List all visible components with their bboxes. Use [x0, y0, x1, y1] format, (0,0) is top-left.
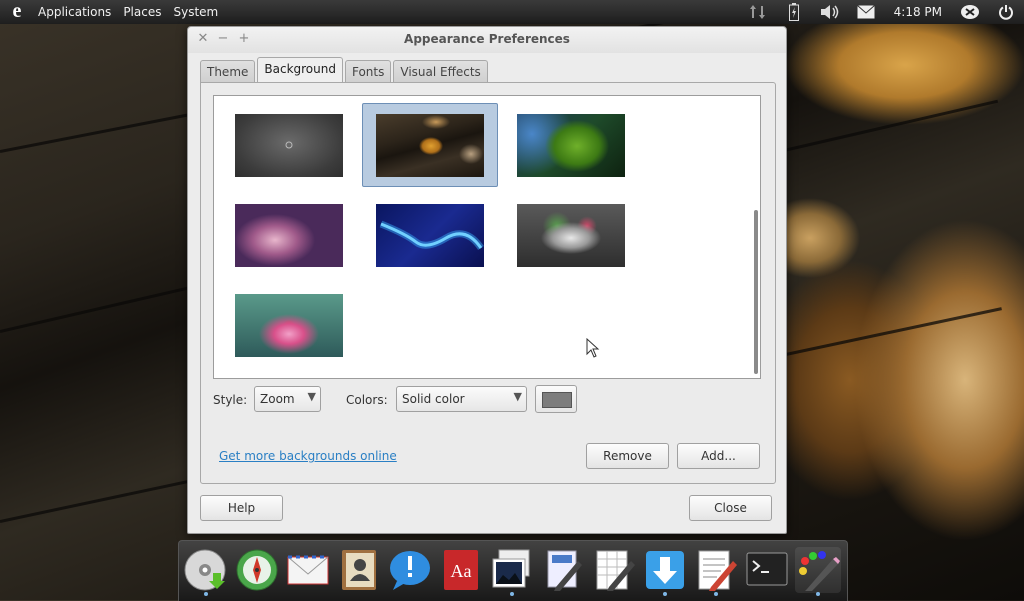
svg-text:Aa: Aa [451, 561, 472, 581]
network-transfer-icon[interactable] [747, 1, 769, 23]
running-indicator [204, 592, 208, 596]
wallpaper-item-selected[interactable] [362, 103, 498, 187]
user-status-icon[interactable] [959, 1, 981, 23]
colors-select-value: Solid color [402, 392, 465, 406]
menu-system[interactable]: System [167, 5, 224, 19]
browser-compass-icon[interactable] [234, 547, 280, 593]
background-tab-panel: Style: Zoom ▼ Colors: Solid color ▼ Get … [200, 82, 776, 484]
wallpaper-thumbnail-blue-light [376, 204, 484, 267]
battery-icon[interactable] [783, 1, 805, 23]
dock: Aa [178, 540, 848, 601]
terminal-icon[interactable] [744, 547, 790, 593]
power-icon[interactable] [995, 1, 1017, 23]
spreadsheet-icon[interactable] [591, 547, 637, 593]
top-panel: e Applications Places System 4:18 PM [0, 0, 1024, 24]
color-swatch [542, 392, 572, 408]
help-button[interactable]: Help [200, 495, 283, 521]
style-select[interactable]: Zoom ▼ [254, 386, 321, 412]
running-indicator [663, 592, 667, 596]
menu-applications[interactable]: Applications [32, 5, 117, 19]
wallpaper-item[interactable] [496, 194, 630, 276]
wallpaper-item[interactable] [214, 194, 348, 276]
wallpaper-item[interactable] [355, 194, 489, 276]
appearance-settings-icon[interactable] [795, 547, 841, 596]
running-indicator [510, 592, 514, 596]
colors-label: Colors: [346, 393, 388, 407]
style-label: Style: [213, 393, 248, 407]
tab-theme[interactable]: Theme [200, 60, 256, 83]
wallpaper-thumbnail-green-leaf [517, 114, 625, 177]
window-titlebar[interactable]: ✕ − + Appearance Preferences [188, 27, 786, 53]
wallpaper-thumbnail-flower-sculpture [517, 204, 625, 267]
elementary-logo-icon[interactable]: e [8, 1, 26, 21]
wallpaper-item[interactable] [496, 104, 630, 186]
wallpaper-list[interactable] [213, 95, 761, 379]
style-select-value: Zoom [260, 392, 295, 406]
get-more-backgrounds-link[interactable]: Get more backgrounds online [219, 449, 397, 463]
window-title: Appearance Preferences [404, 32, 570, 46]
appearance-preferences-window: ✕ − + Appearance Preferences Theme Backg… [187, 26, 787, 534]
chevron-down-icon: ▼ [513, 390, 522, 403]
chevron-down-icon: ▼ [307, 390, 316, 403]
text-editor-icon[interactable] [693, 547, 739, 596]
document-writer-icon[interactable] [540, 547, 586, 593]
mail-icon[interactable] [855, 1, 877, 23]
messenger-icon[interactable] [387, 547, 433, 593]
download-manager-icon[interactable] [642, 547, 688, 596]
tab-background[interactable]: Background [257, 57, 343, 83]
clock[interactable]: 4:18 PM [894, 5, 942, 19]
mouse-pointer-icon [586, 338, 600, 358]
remove-button[interactable]: Remove [586, 443, 669, 469]
mail-client-icon[interactable] [285, 547, 331, 593]
photo-viewer-icon[interactable] [489, 547, 535, 596]
address-book-icon[interactable] [336, 547, 382, 593]
tab-bar: Theme Background Fonts Visual Effects [200, 57, 490, 83]
colors-select[interactable]: Solid color ▼ [396, 386, 527, 412]
menu-places[interactable]: Places [117, 5, 167, 19]
tab-visual-effects[interactable]: Visual Effects [393, 60, 488, 83]
wallpaper-thumbnail-elementary [235, 114, 343, 177]
close-button[interactable]: Close [689, 495, 772, 521]
wallpaper-item[interactable] [214, 104, 348, 186]
wallpaper-thumbnail-pink-bokeh [235, 204, 343, 267]
dvd-install-icon[interactable] [183, 547, 229, 596]
wallpaper-item[interactable] [214, 284, 348, 366]
wallpaper-thumbnail-lotus [235, 294, 343, 357]
volume-icon[interactable] [819, 1, 841, 23]
dictionary-icon[interactable]: Aa [438, 547, 484, 593]
add-button[interactable]: Add... [677, 443, 760, 469]
running-indicator [714, 592, 718, 596]
wallpaper-list-scrollbar-thumb[interactable] [754, 210, 758, 374]
wallpaper-thumbnail-leaves-wood [376, 114, 484, 177]
running-indicator [816, 592, 820, 596]
color-picker-button[interactable] [535, 385, 577, 413]
tab-fonts[interactable]: Fonts [344, 60, 392, 83]
